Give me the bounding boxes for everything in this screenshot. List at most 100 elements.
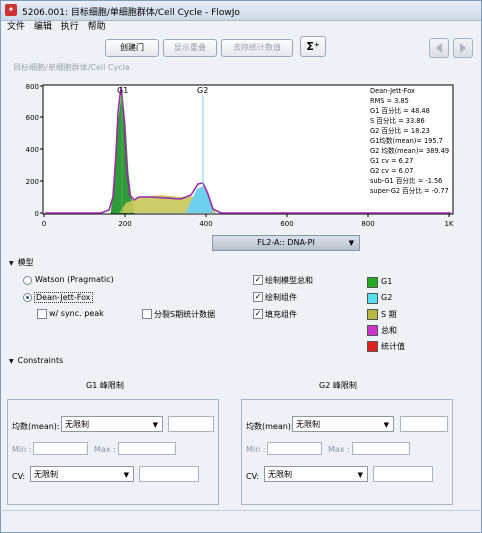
g2-cv-select[interactable]: 无限制 ▼ bbox=[264, 466, 368, 482]
g2-cv-input[interactable] bbox=[373, 466, 433, 482]
y-tick: 800 bbox=[26, 83, 39, 91]
menu-bar: 文件 编辑 执行 帮助 bbox=[1, 21, 481, 34]
stat-line: super-G2 百分比 = -0.77 bbox=[370, 186, 449, 195]
g2-mean-input[interactable] bbox=[400, 416, 448, 432]
fill-components-label[interactable]: 填充组件 bbox=[265, 309, 297, 320]
g1-min-input[interactable] bbox=[33, 442, 88, 455]
draw-components-checkbox[interactable]: ✓ bbox=[253, 292, 263, 302]
menu-edit[interactable]: 编辑 bbox=[34, 21, 52, 34]
chevron-down-icon: ▼ bbox=[348, 239, 354, 247]
sync-peak-checkbox[interactable] bbox=[37, 309, 47, 319]
constraints-section-title: Constraints bbox=[17, 356, 64, 365]
stat-line: sub-G1 百分比 = -1.56 bbox=[370, 176, 442, 185]
stat-line: RMS = 3.85 bbox=[370, 97, 409, 105]
g2-cv-select-value: 无限制 bbox=[268, 470, 292, 479]
g1-mean-label: 均数(mean): bbox=[12, 422, 60, 431]
dean-jett-fox-radio[interactable] bbox=[23, 293, 32, 302]
g1-constraints-panel: 均数(mean): 无限制 ▼ Min : Max : CV: 无限制 ▼ bbox=[7, 399, 219, 505]
x-tick: 800 bbox=[361, 220, 374, 228]
legend-swatch-g2[interactable] bbox=[367, 293, 378, 304]
g1-mean-select-value: 无限制 bbox=[65, 420, 89, 429]
g2-mean-label: 均数(mean): bbox=[246, 422, 294, 431]
menu-file[interactable]: 文件 bbox=[7, 21, 25, 34]
g1-cv-select[interactable]: 无限制 ▼ bbox=[30, 466, 134, 482]
stat-line: G2 均数(mean)= 389.49 bbox=[370, 146, 449, 155]
legend-label-g1: G1 bbox=[381, 277, 393, 286]
x-tick: 1K bbox=[444, 220, 453, 228]
g2-mean-select[interactable]: 无限制 ▼ bbox=[292, 416, 394, 432]
legend-label-g2: G2 bbox=[381, 293, 393, 302]
legend-swatch-s-phase[interactable] bbox=[367, 309, 378, 320]
g2-cv-label: CV: bbox=[246, 472, 260, 481]
dean-jett-fox-label[interactable]: Dean-Jett-Fox bbox=[34, 292, 93, 303]
x-axis-ticks: 0 200 400 600 800 1K bbox=[42, 220, 454, 228]
x-tick: 400 bbox=[199, 220, 212, 228]
g1-max-input[interactable] bbox=[118, 442, 176, 455]
g1-cv-input[interactable] bbox=[139, 466, 199, 482]
g2-constraints-title: G2 峰限制 bbox=[319, 381, 357, 390]
collapse-triangle-icon: ▼ bbox=[9, 260, 14, 267]
model-section-header[interactable]: ▼ 模型 bbox=[9, 257, 34, 268]
menu-help[interactable]: 帮助 bbox=[88, 21, 106, 34]
flowjo-app-icon: ✦ bbox=[5, 4, 17, 16]
dna-histogram: G1 G2 0 200 400 600 800 0 200 400 600 80… bbox=[26, 83, 454, 228]
legend-swatch-total[interactable] bbox=[367, 325, 378, 336]
split-s-phase-label[interactable]: 分裂S期统计数据 bbox=[154, 309, 215, 320]
chevron-down-icon: ▼ bbox=[357, 471, 363, 479]
add-statistic-sigma-button[interactable]: Σ⁺ bbox=[300, 36, 326, 57]
draw-components-label[interactable]: 绘制组件 bbox=[265, 292, 297, 303]
chevron-down-icon: ▼ bbox=[152, 421, 158, 429]
show-overlay-button[interactable]: 显示重叠 bbox=[163, 39, 217, 57]
collapse-triangle-icon: ▼ bbox=[9, 358, 14, 365]
chevron-left-icon bbox=[436, 43, 442, 53]
toolbar: 创建门 显示重叠 去除统计数值 Σ⁺ bbox=[1, 35, 481, 59]
g1-cv-select-value: 无限制 bbox=[34, 470, 58, 479]
g1-constraints-title: G1 峰限制 bbox=[86, 381, 124, 390]
split-s-phase-checkbox[interactable] bbox=[142, 309, 152, 319]
y-axis-ticks: 0 200 400 600 800 bbox=[26, 83, 39, 218]
menu-run[interactable]: 执行 bbox=[61, 21, 79, 34]
y-tick: 400 bbox=[26, 146, 39, 154]
constraints-section-header[interactable]: ▼ Constraints bbox=[9, 356, 63, 365]
y-tick: 600 bbox=[26, 114, 39, 122]
legend-label-total: 总和 bbox=[381, 326, 397, 335]
stat-line: S 百分比 = 33.86 bbox=[370, 116, 425, 125]
chevron-right-icon bbox=[460, 43, 466, 53]
g1-mean-input[interactable] bbox=[168, 416, 214, 432]
g1-min-label: Min : bbox=[12, 445, 32, 454]
g2-max-input[interactable] bbox=[352, 442, 410, 455]
x-tick: 600 bbox=[280, 220, 293, 228]
watson-label[interactable]: Watson (Pragmatic) bbox=[35, 275, 114, 284]
g1-mean-select[interactable]: 无限制 ▼ bbox=[61, 416, 163, 432]
window-title: 5206.001: 目标细胞/单细胞群体/Cell Cycle - FlowJo bbox=[22, 8, 240, 18]
chevron-down-icon: ▼ bbox=[383, 421, 389, 429]
title-bar: ✦ 5206.001: 目标细胞/单细胞群体/Cell Cycle - Flow… bbox=[1, 1, 481, 21]
status-strip bbox=[2, 510, 480, 531]
fill-components-checkbox[interactable]: ✓ bbox=[253, 309, 263, 319]
chevron-down-icon: ▼ bbox=[123, 471, 129, 479]
watson-radio[interactable] bbox=[23, 276, 32, 285]
x-tick: 0 bbox=[42, 220, 46, 228]
g2-min-input[interactable] bbox=[267, 442, 322, 455]
g2-peak-label: G2 bbox=[197, 86, 208, 95]
legend-label-stats: 统计值 bbox=[381, 342, 405, 351]
previous-button[interactable] bbox=[429, 38, 449, 58]
draw-model-sum-checkbox[interactable]: ✓ bbox=[253, 275, 263, 285]
legend-swatch-g1[interactable] bbox=[367, 277, 378, 288]
stat-line: G1 cv = 6.27 bbox=[370, 157, 413, 165]
legend-swatch-stats[interactable] bbox=[367, 341, 378, 352]
create-gate-button[interactable]: 创建门 bbox=[105, 39, 159, 57]
stat-line: G1均数(mean)= 195.7 bbox=[370, 136, 443, 145]
draw-model-sum-label[interactable]: 绘制模型总和 bbox=[265, 275, 313, 286]
next-button[interactable] bbox=[453, 38, 473, 58]
remove-stats-button[interactable]: 去除统计数值 bbox=[221, 39, 293, 57]
stat-line: Dean-Jett-Fox bbox=[370, 87, 415, 95]
g2-constraints-panel: 均数(mean): 无限制 ▼ Min : Max : CV: 无限制 ▼ bbox=[241, 399, 453, 505]
g1-max-label: Max : bbox=[94, 445, 116, 454]
breadcrumb: 目标细胞/单细胞群体/Cell Cycle bbox=[13, 63, 130, 72]
g1-cv-label: CV: bbox=[12, 472, 26, 481]
parameter-select[interactable]: FL2-A:: DNA-PI ▼ bbox=[212, 235, 360, 251]
parameter-select-value: FL2-A:: DNA-PI bbox=[257, 238, 315, 247]
g1-peak-label: G1 bbox=[117, 86, 128, 95]
sync-peak-label[interactable]: w/ sync. peak bbox=[49, 309, 104, 318]
